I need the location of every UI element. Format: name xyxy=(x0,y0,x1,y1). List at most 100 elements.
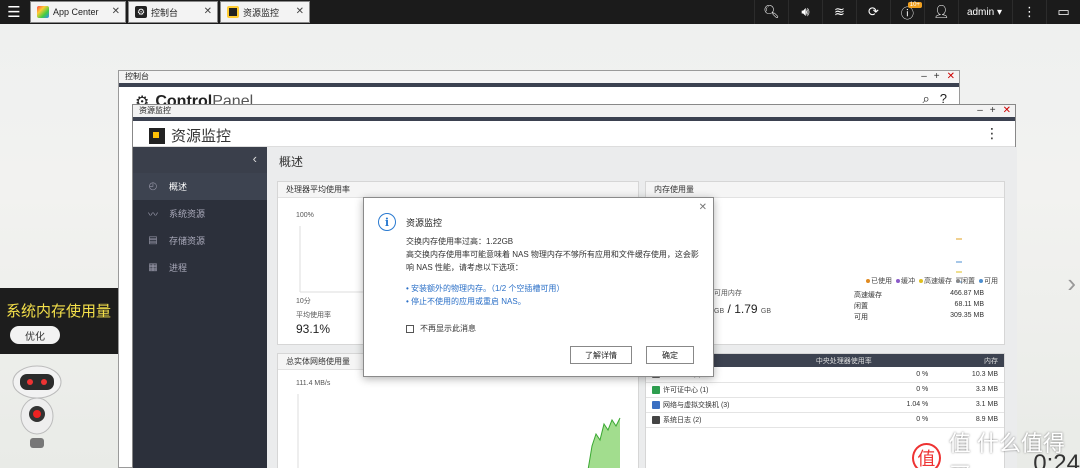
tab-resource-monitor[interactable]: 资源监控 ✕ xyxy=(220,1,310,23)
network-y-max: 111.4 MB/s xyxy=(296,380,331,387)
notification-badge: 10+ xyxy=(907,2,922,8)
sidebar-item-label: 概述 xyxy=(169,182,188,192)
sidebar-item-storage-resources[interactable]: ▤ 存储资源 xyxy=(133,227,267,254)
sidebar-item-label: 存储资源 xyxy=(169,236,206,246)
taskbar-right: 🔍︎ 🔊︎ ≋ ⟳ ⓘ 10+ 👤︎ admin ▾ ⋮ ▭ xyxy=(753,0,1080,24)
checkbox-label: 不再显示此消息 xyxy=(420,324,476,333)
maximize-icon[interactable]: + xyxy=(934,71,940,83)
table-row[interactable]: 网络与虚拟交换机 (3) 1.04 % 3.1 MB xyxy=(646,397,1004,413)
panel-title: 内存使用量 xyxy=(646,182,1004,198)
dont-show-again[interactable]: 不再显示此消息 xyxy=(406,323,476,334)
resource-monitor-icon xyxy=(149,127,165,144)
memory-summary-value: 9 GB / 1.79 GB xyxy=(704,302,771,316)
dashboard-icon[interactable]: ▭ xyxy=(1046,0,1080,24)
resource-monitor-header: 资源监控 ⋮ xyxy=(133,121,1015,147)
resource-monitor-icon xyxy=(227,6,239,18)
section-title: 概述 xyxy=(279,155,304,169)
legend-item: 可用 xyxy=(979,276,998,286)
legend-item: 闲置 xyxy=(956,276,975,286)
menu-icon[interactable]: ☰ xyxy=(0,0,28,24)
legend-label: 已使用 xyxy=(871,278,892,285)
dialog-line: 交换内存使用率过高：1.22GB xyxy=(406,237,514,246)
memory-legend: 已使用 缓冲 高速缓存 闲置 可用 xyxy=(866,276,998,286)
col-memory[interactable]: 内存 xyxy=(934,354,1004,367)
table-row[interactable]: 系统日志 (2) 0 % 8.9 MB xyxy=(646,412,1004,428)
total-memory-value: 1.79 xyxy=(734,302,758,316)
avg-usage-value: 93.1% xyxy=(296,322,331,336)
close-icon[interactable]: ✕ xyxy=(1003,105,1011,117)
app-title: 资源监控 xyxy=(171,128,232,145)
process-icon xyxy=(652,400,660,409)
dialog-option: • 停止不使用的应用或重启 NAS。 xyxy=(406,297,526,306)
memory-row: 可用 309.35 MB xyxy=(854,312,984,321)
sidebar: ‹ ◴ 概述 〰 系统资源 ▤ 存储资源 ▦ 进程 xyxy=(133,147,267,468)
collapse-icon[interactable]: ‹ xyxy=(253,151,257,166)
watermark-logo: 值 xyxy=(912,443,941,468)
close-icon[interactable]: ✕ xyxy=(204,6,212,17)
desktop-clock: 0:24 xyxy=(1033,450,1080,468)
tab-label: App Center xyxy=(53,7,99,17)
legend-item: 高速缓存 xyxy=(919,276,952,286)
window-title: 资源监控 xyxy=(139,106,171,115)
memory-promo: 系统内存使用量 优化 xyxy=(0,288,118,354)
checkbox[interactable] xyxy=(406,324,414,333)
table-row[interactable]: 许可证中心 (1) 0 % 3.3 MB xyxy=(646,382,1004,398)
storage-icon: ▤ xyxy=(148,235,158,246)
more-icon[interactable]: ⋮ xyxy=(1012,0,1046,24)
legend-label: 可用 xyxy=(984,278,998,285)
dialog-line: 高交换内存使用率可能意味着 NAS 物理内存不够所有应用和文件缓存使用，这会影响… xyxy=(406,250,699,272)
volume-icon[interactable]: 🔊︎ xyxy=(787,0,822,24)
cpu-x-label: 10分 xyxy=(296,298,311,305)
close-icon[interactable]: ✕ xyxy=(296,6,304,17)
legend-item: 已使用 xyxy=(866,276,892,286)
search-icon[interactable]: 🔍︎ xyxy=(753,0,788,24)
sidebar-item-system-resources[interactable]: 〰 系统资源 xyxy=(133,200,267,227)
process-icon xyxy=(652,415,660,424)
window-title: 控制台 xyxy=(125,72,149,81)
user-menu[interactable]: admin ▾ xyxy=(957,0,1012,24)
ok-button[interactable]: 确定 xyxy=(646,346,694,364)
maximize-icon[interactable]: + xyxy=(990,105,996,117)
legend-label: 缓冲 xyxy=(901,278,915,285)
optimize-button[interactable]: 优化 xyxy=(10,326,60,344)
next-arrow-icon[interactable]: › xyxy=(1067,268,1076,299)
user-icon[interactable]: 👤︎ xyxy=(923,0,958,24)
col-cpu[interactable]: 中央处理器使用率 xyxy=(809,354,935,367)
sidebar-item-processes[interactable]: ▦ 进程 xyxy=(133,254,267,281)
tab-control-panel[interactable]: ⚙ 控制台 ✕ xyxy=(128,1,218,23)
sidebar-item-label: 系统资源 xyxy=(169,209,206,219)
dialog-option: • 安装额外的物理内存。（1/2 个空插槽可用） xyxy=(406,284,565,293)
cpu-y-max: 100% xyxy=(296,212,314,219)
tab-label: 控制台 xyxy=(151,7,179,18)
network-chart xyxy=(297,394,621,468)
memory-row: 高速缓存 466.87 MB xyxy=(854,290,984,299)
legend-item: 缓冲 xyxy=(896,276,915,286)
more-icon[interactable]: ⋮ xyxy=(985,125,999,142)
learn-more-button[interactable]: 了解详情 xyxy=(570,346,632,364)
panel-title: 处理器平均使用率 xyxy=(278,182,638,198)
promo-text: 系统内存使用量 xyxy=(6,303,112,320)
avg-usage-label: 平均使用率 xyxy=(296,312,331,319)
gear-icon: ⚙ xyxy=(135,6,147,18)
used-memory-unit: GB xyxy=(714,308,725,315)
memory-row: 闲置 68.11 MB xyxy=(854,301,984,310)
minimize-icon[interactable]: – xyxy=(977,105,983,117)
stack-icon[interactable]: ≋ xyxy=(821,0,856,24)
close-icon[interactable]: ✕ xyxy=(947,71,955,83)
total-memory-unit: GB xyxy=(760,308,772,315)
tab-label: 资源监控 xyxy=(243,7,280,18)
sidebar-item-overview[interactable]: ◴ 概述 xyxy=(133,173,267,200)
list-icon: ▦ xyxy=(148,262,158,273)
notification-icon[interactable]: ⓘ 10+ xyxy=(889,0,924,24)
gauge-icon: ◴ xyxy=(148,181,158,192)
sync-icon[interactable]: ⟳ xyxy=(855,0,890,24)
close-icon[interactable]: ✕ xyxy=(699,202,707,213)
tab-app-center[interactable]: App Center ✕ xyxy=(30,1,126,23)
process-icon xyxy=(652,385,660,394)
resource-monitor-titlebar: 资源监控 – + ✕ xyxy=(133,105,1015,117)
control-panel-titlebar: 控制台 – + ✕ xyxy=(119,71,959,83)
legend-label: 高速缓存 xyxy=(924,278,952,285)
minimize-icon[interactable]: – xyxy=(921,71,927,83)
close-icon[interactable]: ✕ xyxy=(112,6,120,17)
app-center-icon xyxy=(37,6,49,18)
